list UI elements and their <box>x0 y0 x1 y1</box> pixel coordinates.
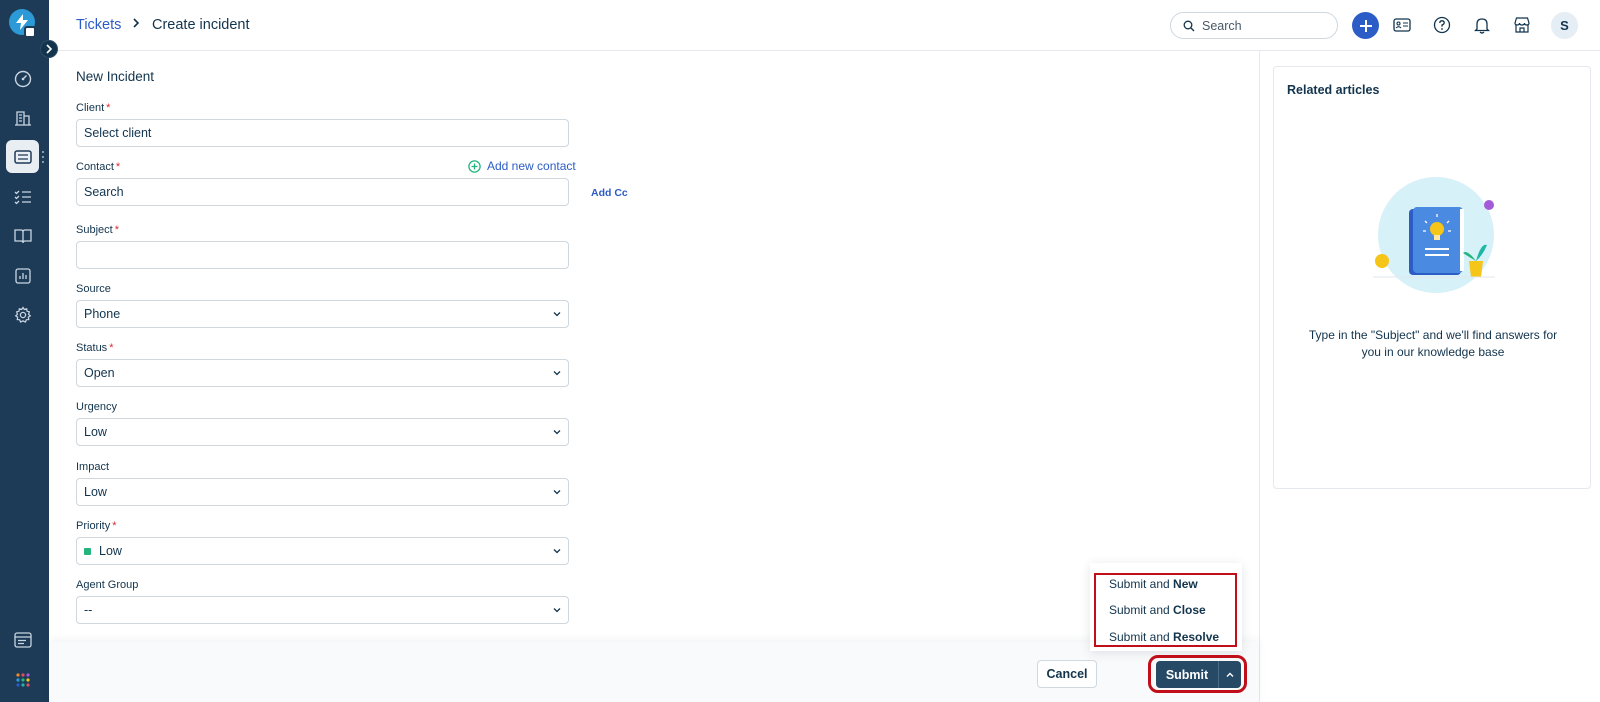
add-circle-icon <box>468 159 481 173</box>
marketplace-grid-icon[interactable] <box>6 663 39 696</box>
dashboard-icon[interactable] <box>6 62 39 95</box>
contact-search-input[interactable]: Search <box>76 178 569 206</box>
priority-select[interactable]: Low <box>76 537 569 565</box>
page-title: Create incident <box>152 17 250 33</box>
related-articles-panel: Related articles Type in the "Subject" a… <box>1273 66 1591 489</box>
urgency-select[interactable]: Low <box>76 418 569 446</box>
priority-label: Priority * <box>76 520 117 532</box>
urgency-label: Urgency <box>76 401 117 413</box>
top-bar: Tickets Create incident Search S <box>49 0 1600 51</box>
user-avatar[interactable]: S <box>1551 12 1578 39</box>
client-label: Client * <box>76 102 111 114</box>
agent-group-label: Agent Group <box>76 579 139 591</box>
status-select[interactable]: Open <box>76 359 569 387</box>
form-title: New Incident <box>76 69 155 84</box>
submit-button[interactable]: Submit <box>1156 661 1218 688</box>
chevron-down-icon <box>553 549 561 554</box>
contact-label: Contact * <box>76 161 121 173</box>
app-switcher-icon <box>24 26 36 38</box>
agent-group-select[interactable]: -- <box>76 596 569 624</box>
solutions-icon[interactable] <box>6 219 39 252</box>
store-icon[interactable] <box>1510 13 1534 37</box>
chevron-up-icon <box>1226 672 1234 677</box>
chevron-down-icon <box>553 490 561 495</box>
knowledge-base-illustration <box>1373 177 1495 293</box>
incident-form: New Incident Client * Select client Conta… <box>49 51 1259 702</box>
panel-divider <box>1259 51 1260 702</box>
tickets-icon[interactable] <box>6 140 39 173</box>
more-options-icon[interactable] <box>41 151 45 165</box>
related-articles-title: Related articles <box>1287 83 1380 97</box>
add-new-contact-link[interactable]: Add new contact <box>468 159 576 173</box>
client-select[interactable]: Select client <box>76 119 569 147</box>
submit-and-new-option[interactable]: Submit and New <box>1109 577 1198 591</box>
global-search-input[interactable]: Search <box>1170 12 1338 39</box>
search-icon <box>1183 20 1195 31</box>
status-label: Status * <box>76 342 114 354</box>
breadcrumb-tickets-link[interactable]: Tickets <box>76 17 121 33</box>
tasks-icon[interactable] <box>6 180 39 213</box>
chevron-down-icon <box>553 608 561 613</box>
submit-and-resolve-option[interactable]: Submit and Resolve <box>1109 630 1219 644</box>
priority-value: Low <box>99 544 122 558</box>
source-select[interactable]: Phone <box>76 300 569 328</box>
source-value: Phone <box>84 307 121 321</box>
apps-icon[interactable] <box>6 623 39 656</box>
impact-value: Low <box>84 485 107 499</box>
subject-input[interactable] <box>76 241 569 269</box>
submit-and-close-option[interactable]: Submit and Close <box>1109 603 1206 617</box>
contact-value: Search <box>84 185 124 199</box>
related-articles-hint: Type in the "Subject" and we'll find ans… <box>1308 328 1558 359</box>
new-item-button[interactable] <box>1352 12 1379 39</box>
subject-label: Subject * <box>76 224 119 236</box>
chevron-down-icon <box>553 312 561 317</box>
chevron-down-icon <box>553 371 561 376</box>
chevron-right-icon <box>131 16 141 33</box>
contacts-card-icon[interactable] <box>1390 13 1414 37</box>
submit-options-toggle[interactable] <box>1218 661 1241 688</box>
add-cc-link[interactable]: Add Cc <box>591 187 628 199</box>
search-placeholder: Search <box>1202 18 1242 33</box>
status-value: Open <box>84 366 115 380</box>
source-label: Source <box>76 283 111 295</box>
expand-sidebar-button[interactable] <box>40 40 58 58</box>
admin-gear-icon[interactable] <box>6 298 39 331</box>
plus-icon <box>1359 19 1372 32</box>
impact-label: Impact <box>76 461 110 473</box>
notifications-bell-icon[interactable] <box>1470 13 1494 37</box>
analytics-icon[interactable] <box>6 259 39 292</box>
client-value: Select client <box>84 126 152 140</box>
help-icon[interactable] <box>1430 13 1454 37</box>
cancel-button[interactable]: Cancel <box>1037 660 1097 688</box>
companies-icon[interactable] <box>6 101 39 134</box>
urgency-value: Low <box>84 425 107 439</box>
impact-select[interactable]: Low <box>76 478 569 506</box>
agent-group-value: -- <box>84 603 93 617</box>
left-nav-rail <box>0 0 58 702</box>
priority-color-indicator <box>84 547 91 555</box>
chevron-down-icon <box>553 430 561 435</box>
